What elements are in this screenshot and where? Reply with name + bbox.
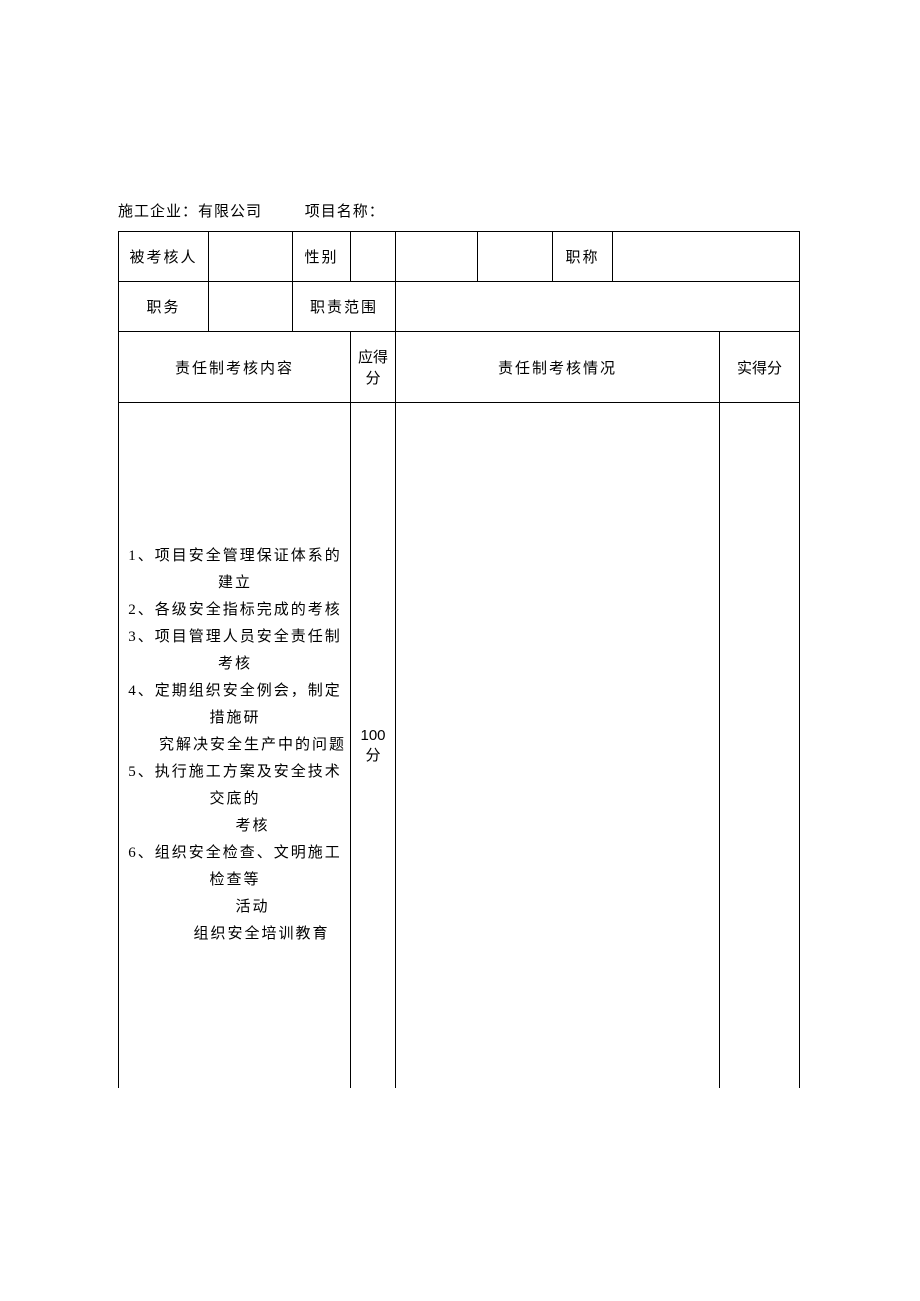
scope-value-cell bbox=[396, 282, 800, 332]
content-item-2: 2、各级安全指标完成的考核 bbox=[121, 597, 348, 624]
content-item-3: 3、项目管理人员安全责任制考核 bbox=[121, 624, 348, 678]
position-value-cell bbox=[209, 282, 293, 332]
blank-cell-1 bbox=[396, 232, 478, 282]
content-item-1: 1、项目安全管理保证体系的建立 bbox=[121, 543, 348, 597]
position-label-cell: 职务 bbox=[119, 282, 209, 332]
table-row-1: 被考核人 性别 职称 bbox=[119, 232, 800, 282]
content-item-4: 4、定期组织安全例会，制定措施研 bbox=[121, 678, 348, 732]
content-item-6b: 活动 bbox=[121, 894, 348, 921]
content-item-7: 组织安全培训教育 bbox=[121, 921, 348, 948]
status-header-cell: 责任制考核情况 bbox=[396, 332, 720, 403]
project-label: 项目名称： bbox=[305, 204, 385, 220]
scope-label-cell: 职责范围 bbox=[293, 282, 396, 332]
expected-score-header-cell: 应得分 bbox=[351, 332, 396, 403]
expected-score-cell: 100 分 bbox=[351, 403, 396, 1089]
table-row-2: 职务 职责范围 bbox=[119, 282, 800, 332]
gender-value-cell bbox=[351, 232, 396, 282]
content-item-5b: 考核 bbox=[121, 813, 348, 840]
content-list: 1、项目安全管理保证体系的建立 2、各级安全指标完成的考核 3、项目管理人员安全… bbox=[121, 543, 348, 948]
content-item-5: 5、执行施工方案及安全技术交底的 bbox=[121, 759, 348, 813]
table-row-content: 1、项目安全管理保证体系的建立 2、各级安全指标完成的考核 3、项目管理人员安全… bbox=[119, 403, 800, 1089]
company-value: 有限公司 bbox=[198, 204, 262, 220]
title-label-cell: 职称 bbox=[553, 232, 613, 282]
content-header-cell: 责任制考核内容 bbox=[119, 332, 351, 403]
status-value-cell bbox=[396, 403, 720, 1089]
table-row-3: 责任制考核内容 应得分 责任制考核情况 实得分 bbox=[119, 332, 800, 403]
evaluee-label-cell: 被考核人 bbox=[119, 232, 209, 282]
evaluee-value-cell bbox=[209, 232, 293, 282]
assessment-table: 被考核人 性别 职称 职务 职责范围 责任制考核内容 应得分 责任制考核情况 实… bbox=[118, 231, 800, 1088]
title-value-cell bbox=[613, 232, 800, 282]
gender-label-cell: 性别 bbox=[293, 232, 351, 282]
assessment-content-cell: 1、项目安全管理保证体系的建立 2、各级安全指标完成的考核 3、项目管理人员安全… bbox=[119, 403, 351, 1089]
content-item-4b: 究解决安全生产中的问题 bbox=[121, 732, 348, 759]
actual-score-cell bbox=[720, 403, 800, 1089]
actual-score-header-cell: 实得分 bbox=[720, 332, 800, 403]
blank-cell-2 bbox=[478, 232, 553, 282]
form-header: 施工企业：有限公司 项目名称： bbox=[118, 200, 800, 221]
company-label: 施工企业： bbox=[118, 204, 198, 220]
content-item-6: 6、组织安全检查、文明施工检查等 bbox=[121, 840, 348, 894]
